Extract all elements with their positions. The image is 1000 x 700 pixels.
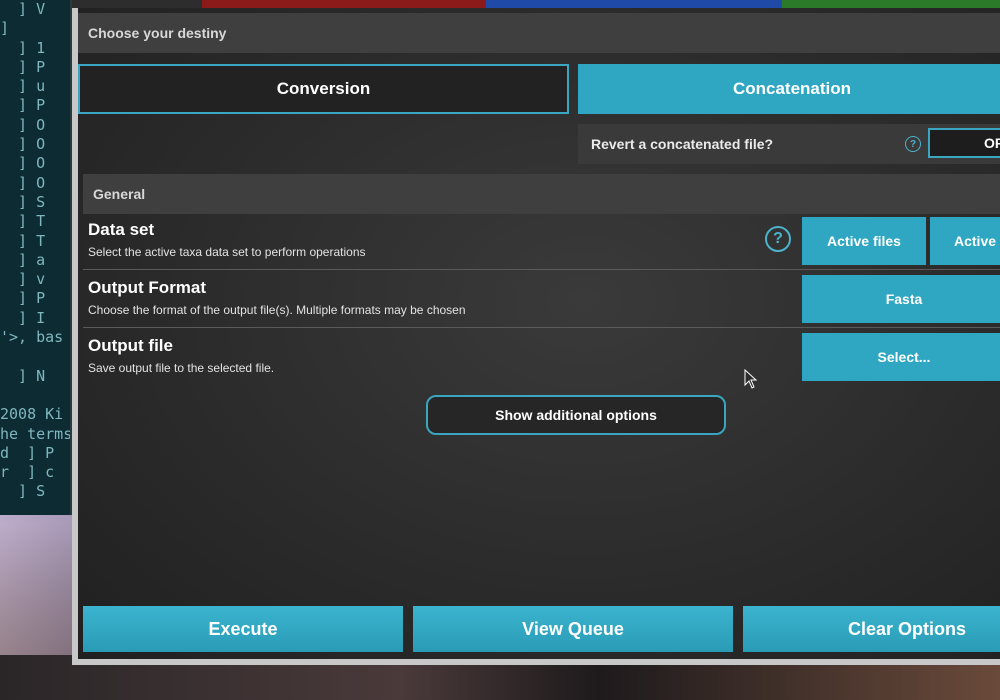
revert-concatenated-row: Revert a concatenated file? ? OF: [578, 124, 1000, 164]
terminal-line: r ] c: [0, 463, 55, 482]
terminal-line: 2008 Ki: [0, 405, 64, 424]
terminal-line: ]: [0, 19, 10, 38]
help-icon[interactable]: ?: [905, 136, 921, 152]
revert-label: Revert a concatenated file?: [591, 136, 774, 152]
active-files-button[interactable]: Active files: [802, 217, 926, 265]
terminal-line: ] S: [0, 192, 46, 211]
output-file-description: Save output file to the selected file.: [88, 361, 275, 375]
output-file-select-button[interactable]: Select...: [802, 333, 1000, 381]
execute-button[interactable]: Execute: [83, 606, 403, 652]
terminal-line: d ] P: [0, 443, 55, 462]
terminal-line: '>, bas: [0, 328, 64, 347]
terminal-line: ] N: [0, 366, 46, 385]
dataset-description: Select the active taxa data set to perfo…: [88, 245, 366, 259]
revert-toggle[interactable]: OF: [928, 128, 1000, 158]
general-header-label: General: [93, 186, 146, 202]
terminal-line: ] S: [0, 482, 46, 501]
clear-options-button[interactable]: Clear Options: [743, 606, 1000, 652]
terminal-line: ] P: [0, 57, 46, 76]
app-window: Choose your destiny Conversion Concatena…: [72, 8, 1000, 665]
output-file-title: Output file: [88, 336, 173, 355]
terminal-line: ] T: [0, 231, 46, 250]
dataset-help-icon[interactable]: ?: [765, 226, 791, 252]
terminal-line: ] P: [0, 96, 46, 115]
terminal-line: ] v: [0, 270, 46, 289]
terminal-line: ] 1: [0, 38, 46, 57]
output-format-row: Output Format Choose the format of the o…: [83, 272, 1000, 328]
concatenation-button[interactable]: Concatenation: [578, 64, 1000, 114]
mouse-cursor-icon: [744, 369, 758, 389]
terminal-line: ] u: [0, 77, 46, 96]
terminal-line: ] T: [0, 212, 46, 231]
terminal-line: ] O: [0, 115, 46, 134]
terminal-line: ] V: [0, 0, 46, 18]
show-additional-options-button[interactable]: Show additional options: [426, 395, 726, 435]
terminal-line: ] I: [0, 308, 46, 327]
terminal-line: he terms: [0, 424, 72, 443]
output-format-description: Choose the format of the output file(s).…: [88, 303, 466, 317]
view-queue-button[interactable]: View Queue: [413, 606, 733, 652]
conversion-label: Conversion: [276, 79, 371, 98]
terminal-line: ] O: [0, 173, 46, 192]
revert-toggle-label: OF: [984, 135, 1000, 151]
dataset-title: Data set: [88, 220, 155, 239]
destiny-header: Choose your destiny: [78, 13, 1000, 53]
output-file-row: Output file Save output file to the sele…: [83, 330, 1000, 386]
terminal-line: ] O: [0, 154, 46, 173]
terminal-line: ] O: [0, 135, 46, 154]
format-select-button[interactable]: Fasta: [802, 275, 1000, 323]
active-taxa-button[interactable]: Active: [930, 217, 1000, 265]
terminal-line: ] a: [0, 250, 46, 269]
concatenation-label: Concatenation: [732, 79, 852, 98]
general-header: General: [83, 174, 1000, 214]
output-format-title: Output Format: [88, 278, 207, 297]
terminal-line: ] P: [0, 289, 46, 308]
conversion-button[interactable]: Conversion: [78, 64, 569, 114]
dataset-row: Data set Select the active taxa data set…: [83, 214, 1000, 270]
destiny-header-label: Choose your destiny: [88, 25, 227, 41]
background-terminal: ] V] ] 1 ] P ] u ] P ] O ] O ] O ] O ] S…: [0, 0, 72, 515]
